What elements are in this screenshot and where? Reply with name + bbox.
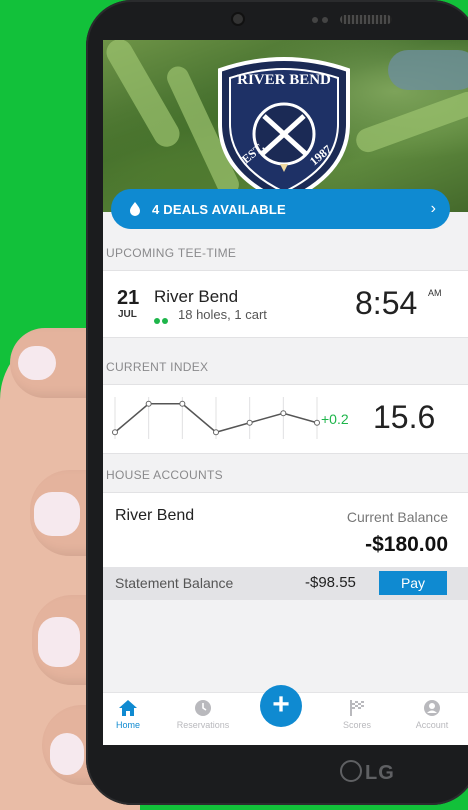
svg-text:RIVER BEND: RIVER BEND — [237, 72, 331, 88]
current-balance-value: -$180.00 — [365, 533, 448, 556]
sparkline-point — [112, 429, 118, 436]
tab-reservations-label: Reservations — [176, 720, 230, 730]
bottom-tab-bar: Home Reservations + Scores Account — [103, 685, 468, 745]
tee-date-month: JUL — [118, 309, 137, 320]
fairway — [352, 88, 468, 156]
pay-button[interactable]: Pay — [379, 571, 447, 595]
add-button[interactable]: + — [260, 685, 302, 727]
tee-time-ampm: AM — [428, 288, 442, 298]
tee-time-card[interactable]: 21 JUL River Bend 18 holes, 1 cart 8:54 … — [103, 270, 468, 338]
deals-banner[interactable]: 4 DEALS AVAILABLE › — [111, 189, 450, 229]
fairway — [103, 40, 185, 152]
sensor — [312, 17, 318, 23]
fingernail — [50, 733, 84, 775]
sparkline-point — [246, 419, 253, 426]
tee-time: 8:54 — [355, 285, 418, 321]
sparkline-point — [145, 400, 152, 407]
tab-reservations[interactable]: Reservations — [170, 699, 236, 730]
device-brand: LG — [340, 760, 395, 785]
front-camera — [231, 12, 245, 26]
sensor — [322, 17, 328, 23]
fingernail — [34, 492, 80, 536]
index-card[interactable]: +0.2 15.6 — [103, 384, 468, 454]
current-balance-label: Current Balance — [346, 509, 448, 525]
sparkline-point — [314, 419, 320, 426]
fingernail — [18, 346, 56, 380]
tee-date-day: 21 — [117, 287, 140, 309]
statement-balance-label: Statement Balance — [115, 575, 234, 591]
app-screen: RIVER BEND EST. 1987 4 DEALS AVAILABLE ›… — [103, 40, 468, 745]
statement-balance-value: -$98.55 — [305, 574, 356, 591]
hero-image: RIVER BEND EST. 1987 — [103, 40, 468, 212]
account-name: River Bend — [115, 507, 195, 524]
sparkline-point — [179, 400, 186, 407]
person-icon — [424, 700, 440, 716]
statement-row: Statement Balance -$98.55 Pay — [103, 567, 468, 600]
chevron-right-icon: › — [430, 200, 436, 217]
fingernail — [38, 617, 80, 667]
tee-details: 18 holes, 1 cart — [178, 307, 267, 322]
clock-icon — [195, 700, 211, 716]
tab-home[interactable]: Home — [103, 699, 161, 730]
home-icon — [119, 700, 137, 716]
tab-home-label: Home — [115, 720, 140, 730]
lg-logo-icon — [340, 760, 362, 782]
index-value: 15.6 — [373, 399, 436, 435]
sparkline-point — [213, 429, 219, 436]
earpiece-speaker — [340, 15, 392, 24]
water-hazard — [388, 50, 468, 90]
tee-course-name: River Bend — [154, 287, 239, 306]
section-header-index: CURRENT INDEX — [106, 360, 209, 374]
tab-scores[interactable]: Scores — [324, 699, 390, 730]
club-crest-logo: RIVER BEND EST. 1987 — [218, 57, 350, 204]
index-delta: +0.2 — [321, 411, 349, 427]
section-header-house: HOUSE ACCOUNTS — [106, 468, 223, 482]
house-account-card[interactable]: River Bend Current Balance -$180.00 — [103, 492, 468, 568]
flame-icon — [130, 202, 140, 216]
sparkline-point — [280, 410, 287, 417]
deals-label: 4 DEALS AVAILABLE — [152, 201, 286, 217]
flag-icon — [350, 700, 364, 716]
tab-account-label: Account — [415, 720, 449, 730]
players-dots-icon — [154, 311, 170, 329]
tab-account[interactable]: Account — [399, 699, 465, 730]
section-header-upcoming: UPCOMING TEE-TIME — [106, 246, 237, 260]
index-trend-sparkline — [112, 397, 320, 439]
plus-icon: + — [272, 688, 290, 721]
tab-scores-label: Scores — [342, 720, 371, 730]
